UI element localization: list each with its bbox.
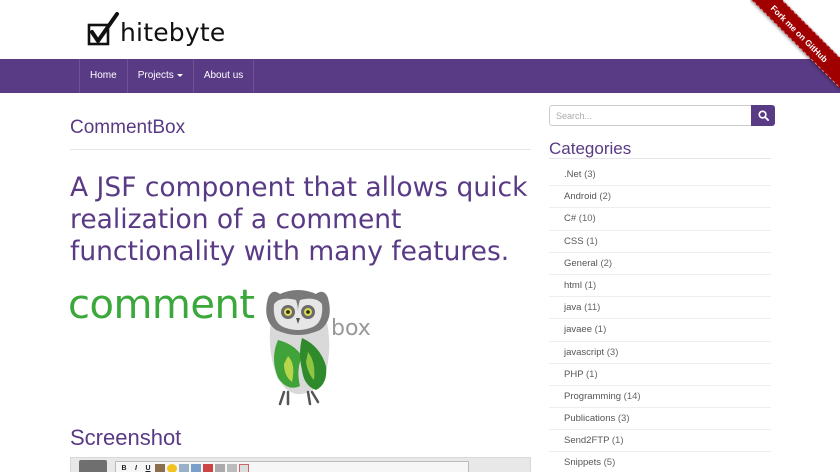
site-logo[interactable]: hitebyte — [87, 12, 225, 48]
category-label: javaee — [564, 324, 592, 336]
nav-item-label: Projects — [137, 70, 174, 81]
category-count: (1) — [594, 324, 607, 336]
color-icon — [203, 463, 213, 472]
category-item[interactable]: javascript (3) — [549, 342, 771, 364]
search-form — [549, 105, 775, 126]
category-item[interactable]: Snippets (5) — [549, 452, 771, 472]
category-item[interactable]: General (2) — [549, 253, 771, 275]
category-item[interactable]: C# (10) — [549, 208, 771, 231]
nav-item-projects[interactable]: Projects — [128, 59, 194, 93]
category-label: Snippets — [564, 457, 601, 469]
picture-icon — [179, 463, 189, 472]
category-count: (2) — [599, 191, 612, 203]
category-list: .Net (3) Android (2) C# (10) CSS (1) Gen… — [549, 164, 771, 472]
search-icon — [757, 110, 769, 121]
category-item[interactable]: CSS (1) — [549, 231, 771, 253]
site-header: hitebyte Fork me on GitHub — [0, 0, 840, 90]
logo-text: hitebyte — [120, 17, 226, 47]
main-navbar: Home Projects About us — [0, 59, 840, 93]
nav-item-about-us[interactable]: About us — [194, 59, 255, 93]
image-icon — [155, 463, 165, 472]
category-count: (3) — [606, 346, 619, 358]
category-item[interactable]: html (1) — [549, 275, 771, 298]
category-item[interactable]: java (11) — [549, 297, 771, 320]
category-label: Android — [564, 191, 597, 203]
category-label: CSS — [564, 235, 584, 247]
category-count: (1) — [586, 235, 598, 247]
category-item[interactable]: Publications (3) — [549, 408, 771, 431]
commentbox-logo: comment box — [68, 282, 378, 412]
search-input[interactable] — [549, 105, 751, 126]
category-item[interactable]: Android (2) — [549, 186, 771, 209]
category-label: Programming — [564, 390, 622, 402]
category-label: Send2FTP — [564, 435, 610, 447]
category-item[interactable]: Programming (14) — [549, 386, 771, 409]
checkbox-check-icon — [87, 12, 119, 46]
title-divider — [70, 149, 531, 150]
category-count: (14) — [623, 390, 641, 402]
category-label: Publications — [564, 413, 616, 425]
nav-item-home[interactable]: Home — [79, 59, 128, 93]
logo-word-comment: comment — [68, 282, 255, 328]
category-count: (3) — [617, 413, 630, 425]
category-label: PHP — [564, 368, 584, 380]
underline-button: U — [145, 464, 151, 472]
category-count: (10) — [578, 213, 596, 225]
category-item[interactable]: Send2FTP (1) — [549, 430, 771, 453]
category-count: (2) — [600, 257, 613, 269]
document-icon — [239, 463, 249, 472]
category-label: javascript — [564, 346, 605, 358]
avatar — [79, 460, 107, 472]
category-item[interactable]: PHP (1) — [549, 364, 771, 386]
smiley-icon — [167, 463, 177, 472]
category-count: (11) — [584, 302, 601, 314]
category-item[interactable]: javaee (1) — [549, 319, 771, 342]
screenshot-heading: Screenshot — [70, 425, 182, 450]
categories-heading: Categories — [549, 139, 632, 158]
categories-divider — [549, 158, 771, 159]
quote-icon — [227, 463, 237, 472]
editor-toolbar: B I U — [115, 461, 469, 472]
category-label: General — [564, 257, 598, 269]
nav-menu: Home Projects About us — [79, 59, 255, 93]
search-button[interactable] — [751, 105, 775, 126]
logo-word-box: box — [331, 316, 371, 341]
category-count: (1) — [586, 368, 598, 380]
category-label: java — [564, 302, 582, 314]
github-ribbon-container: Fork me on GitHub — [750, 0, 840, 90]
code-icon — [215, 463, 225, 472]
bold-button: B — [121, 464, 127, 472]
category-count: (1) — [584, 279, 597, 291]
page-title: CommentBox — [70, 117, 186, 138]
nav-item-label: About us — [203, 70, 244, 81]
italic-button: I — [135, 464, 137, 472]
category-label: .Net — [564, 169, 582, 180]
fork-on-github-ribbon[interactable]: Fork me on GitHub — [750, 0, 840, 90]
category-item[interactable]: .Net (3) — [549, 164, 771, 187]
lead-text: A JSF component that allows quick realiz… — [70, 172, 528, 267]
category-label: C# — [564, 213, 577, 225]
caret-down-icon — [176, 73, 183, 77]
nav-item-label: Home — [90, 70, 117, 81]
link-icon — [191, 463, 201, 472]
category-count: (3) — [584, 169, 596, 180]
owl-mascot-icon — [266, 290, 330, 406]
screenshot-preview: B I U — [70, 457, 531, 472]
category-count: (1) — [611, 435, 624, 447]
category-count: (5) — [603, 457, 616, 469]
category-label: html — [564, 279, 582, 291]
